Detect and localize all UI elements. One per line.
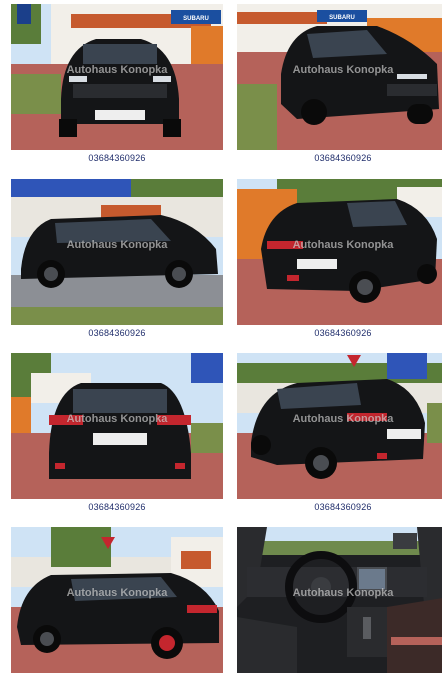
car-photo-front-quarter[interactable]: SUBARU Autohaus Konopka <box>237 4 442 150</box>
gallery-item-3[interactable]: Autohaus Konopka 03684360926 <box>11 179 223 342</box>
car-photo-front[interactable]: SUBARU Autohaus Konopka <box>11 4 223 150</box>
car-photo-side[interactable]: Autohaus Konopka <box>11 179 223 325</box>
gallery-item-6[interactable]: Autohaus Konopka 03684360926 <box>237 353 442 516</box>
car-side-image <box>11 179 223 325</box>
gallery-item-7[interactable]: Autohaus Konopka <box>11 527 223 673</box>
phone-number-caption: 03684360926 <box>88 153 146 163</box>
gallery-item-8[interactable]: Autohaus Konopka <box>237 527 442 673</box>
car-rear-image <box>11 353 223 499</box>
photo-gallery: SUBARU Autohaus Konopka 03684360926 SUBA… <box>0 0 442 676</box>
car-photo-interior[interactable]: Autohaus Konopka <box>237 527 442 673</box>
subaru-sign: SUBARU <box>329 15 355 21</box>
car-photo-side-left[interactable]: Autohaus Konopka <box>11 527 223 673</box>
car-photo-rear-quarter[interactable]: Autohaus Konopka <box>237 179 442 325</box>
phone-number-caption: 03684360926 <box>88 328 146 338</box>
gallery-item-2[interactable]: SUBARU Autohaus Konopka 03684360926 <box>237 4 442 167</box>
phone-number-caption: 03684360926 <box>88 502 146 512</box>
car-front-image: SUBARU <box>11 4 223 150</box>
car-interior-image <box>237 527 442 673</box>
car-side-left-image <box>11 527 223 673</box>
car-photo-rear[interactable]: Autohaus Konopka <box>11 353 223 499</box>
gallery-item-4[interactable]: Autohaus Konopka 03684360926 <box>237 179 442 342</box>
car-rear-quarter-image <box>237 179 442 325</box>
car-rear-quarter-right-image <box>237 353 442 499</box>
phone-number-caption: 03684360926 <box>314 328 372 338</box>
phone-number-caption: 03684360926 <box>314 502 372 512</box>
phone-number-caption: 03684360926 <box>314 153 372 163</box>
car-photo-rear-quarter-right[interactable]: Autohaus Konopka <box>237 353 442 499</box>
gallery-item-5[interactable]: Autohaus Konopka 03684360926 <box>11 353 223 516</box>
car-front-quarter-image: SUBARU <box>237 4 442 150</box>
gallery-item-1[interactable]: SUBARU Autohaus Konopka 03684360926 <box>11 4 223 167</box>
subaru-sign: SUBARU <box>183 16 209 22</box>
